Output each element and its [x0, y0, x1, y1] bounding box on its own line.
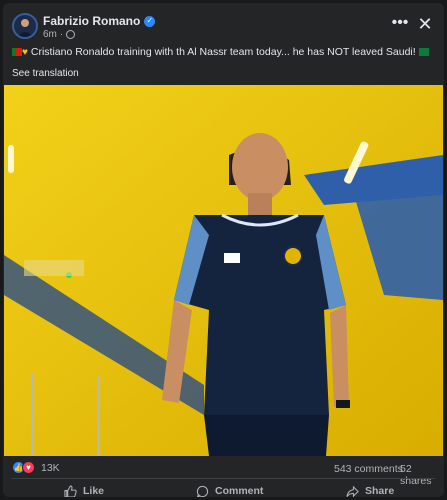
more-horizontal-icon: ••• — [391, 14, 409, 31]
meta-separator: · — [59, 29, 64, 40]
share-button[interactable]: Share — [346, 483, 394, 497]
comment-icon — [196, 485, 209, 497]
love-reaction-icon: ♥ — [22, 461, 35, 474]
post-stats: 👍 ♥ 13K 543 comments 52 shares — [3, 457, 444, 487]
reactions-summary[interactable]: 👍 ♥ 13K — [12, 461, 60, 474]
yellow-heart-icon: ♥ — [22, 47, 28, 58]
thumbs-up-icon — [64, 484, 77, 497]
author-name[interactable]: Fabrizio Romano ✓ — [43, 14, 156, 28]
author-name-text[interactable]: Fabrizio Romano — [43, 14, 140, 28]
see-translation-link[interactable]: See translation — [12, 68, 79, 79]
like-button[interactable]: Like — [64, 483, 104, 497]
close-button[interactable]: ✕ — [415, 14, 435, 34]
audience-globe-icon[interactable] — [66, 30, 76, 39]
portugal-flag-icon — [12, 48, 22, 56]
training-photo-illustration — [4, 85, 443, 456]
like-label: Like — [83, 485, 105, 497]
close-icon: ✕ — [417, 14, 433, 34]
saudi-flag-icon — [418, 48, 429, 56]
action-bar: Like Comment Share — [12, 478, 435, 497]
post-header: Fabrizio Romano ✓ 6m · ••• ✕ — [3, 3, 444, 47]
post-text-body: Cristiano Ronaldo training with th Al Na… — [30, 46, 416, 58]
share-label: Share — [365, 485, 395, 497]
verified-badge-icon: ✓ — [144, 15, 156, 27]
more-options-button[interactable]: ••• — [390, 14, 410, 33]
share-icon — [346, 485, 359, 497]
comment-button[interactable]: Comment — [196, 483, 263, 497]
avatar[interactable] — [12, 13, 38, 39]
post-time[interactable]: 6m — [43, 29, 57, 40]
reactions-count: 13K — [41, 461, 60, 474]
post-text: ♥ Cristiano Ronaldo training with th Al … — [12, 46, 437, 58]
post-meta: 6m · — [43, 29, 76, 40]
comments-count[interactable]: 543 comments — [334, 463, 403, 475]
post-card: Fabrizio Romano ✓ 6m · ••• ✕ ♥ Cristiano… — [3, 3, 444, 497]
post-photo[interactable] — [4, 85, 443, 456]
comment-label: Comment — [215, 485, 264, 497]
